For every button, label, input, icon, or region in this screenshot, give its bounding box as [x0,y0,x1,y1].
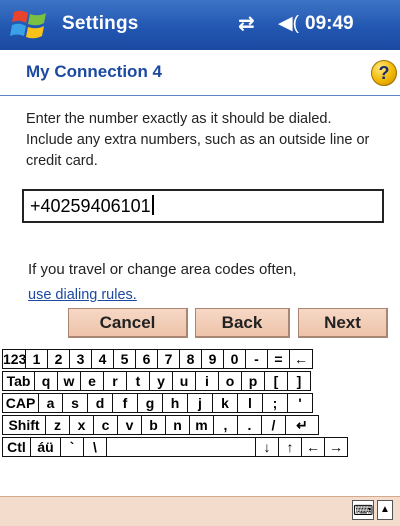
start-logo-icon[interactable] [10,8,50,42]
key-.[interactable]: . [237,415,262,435]
left-arrow-key[interactable]: ← [301,437,325,457]
key-9[interactable]: 9 [201,349,224,369]
shift-key[interactable]: Shift [2,415,46,435]
key-3[interactable]: 3 [69,349,92,369]
help-icon[interactable]: ? [371,60,397,86]
key-y[interactable]: y [149,371,173,391]
key-u[interactable]: u [172,371,196,391]
key-][interactable]: ] [287,371,311,391]
key-s[interactable]: s [62,393,88,413]
menu-bar: ⌨ ▲ [0,496,400,526]
keyboard-row: Tab q w e r t y u i o p[] [2,371,398,391]
numeric-key[interactable]: 123 [2,349,26,369]
key-'[interactable]: ' [287,393,313,413]
key-8[interactable]: 8 [179,349,202,369]
key-b[interactable]: b [141,415,166,435]
clock[interactable]: 09:49 [305,13,354,35]
next-button[interactable]: Next [298,308,388,338]
page-header: My Connection 4 ? [0,50,400,96]
key-h[interactable]: h [162,393,188,413]
phone-number-input[interactable]: +40259406101 [22,189,384,223]
key-a[interactable]: a [38,393,63,413]
keyboard-row: CAP a s d f g h j k l; ' [2,393,398,413]
device-screen: Settings ⇄ ◀︎( 09:49 My Connection 4 ? E… [0,0,400,526]
keyboard-row: Shift z x c v b n m,. / ↵ [2,415,398,435]
key-4[interactable]: 4 [91,349,114,369]
soft-keyboard: 123 1 2 3 4 5 6 7 8 9 0- = ← Tab q w e r t y u i o p[] CAP a s d f g h… [0,349,400,496]
key-0[interactable]: 0 [223,349,246,369]
page-title: My Connection 4 [26,62,163,81]
key-t[interactable]: t [126,371,150,391]
ctrl-key[interactable]: Ctl [2,437,31,457]
key-r[interactable]: r [103,371,127,391]
key-`[interactable]: ` [60,437,84,457]
key-v[interactable]: v [117,415,142,435]
right-arrow-key[interactable]: → [324,437,348,457]
key-[[interactable]: [ [264,371,288,391]
key-1[interactable]: 1 [25,349,48,369]
instructions-text: Enter the number exactly as it should be… [26,111,370,169]
key-d[interactable]: d [87,393,113,413]
keyboard-row: 123 1 2 3 4 5 6 7 8 9 0- = ← [2,349,398,369]
key-j[interactable]: j [187,393,213,413]
cancel-button[interactable]: Cancel [68,308,188,338]
key-k[interactable]: k [212,393,238,413]
key-m[interactable]: m [189,415,214,435]
key-5[interactable]: 5 [113,349,136,369]
dialing-rules-link[interactable]: use dialing rules. [28,287,137,303]
keyboard-row: Ctl áü ` \ ↓ ↑ ← → [2,437,398,457]
key-l[interactable]: l [237,393,263,413]
down-arrow-key[interactable]: ↓ [255,437,279,457]
key-x[interactable]: x [69,415,94,435]
speaker-icon[interactable]: ◀︎( [278,12,299,35]
key-p[interactable]: p [241,371,265,391]
key-z[interactable]: z [45,415,70,435]
key-2[interactable]: 2 [47,349,70,369]
up-arrow-key[interactable]: ↑ [278,437,302,457]
keyboard-icon[interactable]: ⌨ [352,500,374,520]
key-7[interactable]: 7 [157,349,180,369]
key-f[interactable]: f [112,393,138,413]
travel-hint-text: If you travel or change area codes often… [28,261,297,278]
title-bar: Settings ⇄ ◀︎( 09:49 [0,0,400,50]
phone-number-value: +40259406101 [30,196,151,216]
key-n[interactable]: n [165,415,190,435]
space-key[interactable] [106,437,256,457]
input-selector-arrow-icon[interactable]: ▲ [377,500,393,520]
key-c[interactable]: c [93,415,118,435]
back-button[interactable]: Back [195,308,290,338]
caps-key[interactable]: CAP [2,393,39,413]
key-q[interactable]: q [34,371,58,391]
enter-key[interactable]: ↵ [285,415,319,435]
key-\[interactable]: \ [83,437,107,457]
accents-key[interactable]: áü [30,437,61,457]
key-o[interactable]: o [218,371,242,391]
key-i[interactable]: i [195,371,219,391]
app-title: Settings [62,13,139,34]
key-e[interactable]: e [80,371,104,391]
key-,[interactable]: , [213,415,238,435]
key-=[interactable]: = [267,349,290,369]
backspace-key[interactable]: ← [289,349,313,369]
key-6[interactable]: 6 [135,349,158,369]
key-;[interactable]: ; [262,393,288,413]
tab-key[interactable]: Tab [2,371,35,391]
text-caret [151,195,154,215]
key-w[interactable]: w [57,371,81,391]
key--[interactable]: - [245,349,268,369]
key-g[interactable]: g [137,393,163,413]
key-/[interactable]: / [261,415,286,435]
connectivity-icon[interactable]: ⇄ [238,11,255,36]
